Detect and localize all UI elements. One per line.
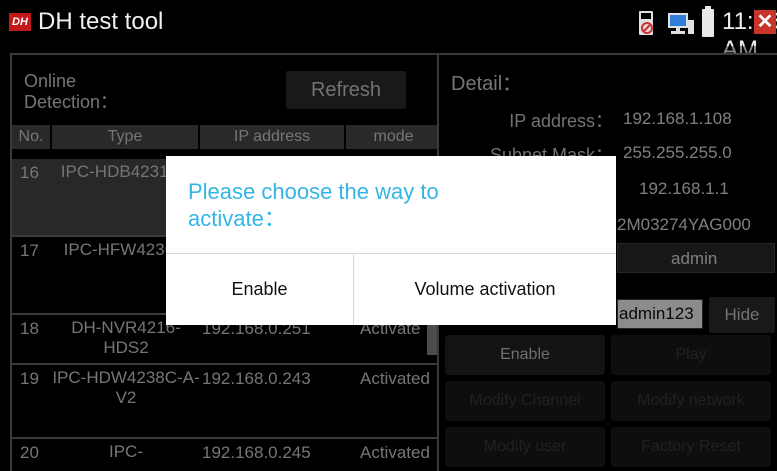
activation-dialog: Please choose the way to activate： Enabl… [166,156,616,325]
dialog-title: Please choose the way to activate： [188,179,439,231]
volume-activation-button[interactable]: Volume activation [354,254,616,325]
app-title: DH test tool [38,8,164,35]
dialog-enable-button[interactable]: Enable [166,254,353,325]
app-logo: DH [9,13,31,31]
close-icon[interactable]: ✕ [754,10,776,34]
no-sim-icon [639,11,653,35]
network-icon [668,13,694,34]
battery-icon [702,6,714,37]
title-bar: DH DH test tool 11:16 AM ✕ [0,0,777,63]
